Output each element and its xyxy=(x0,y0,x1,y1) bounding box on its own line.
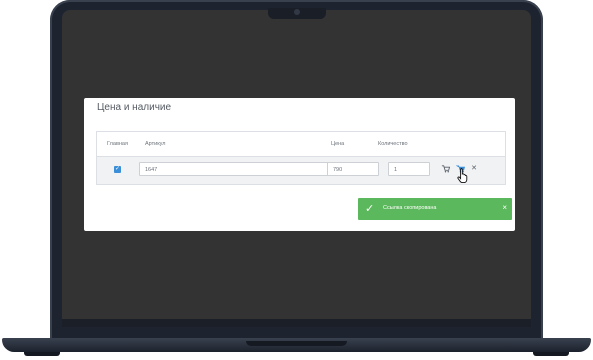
table-row: ✓ 1647 790 1 ✕ xyxy=(97,157,505,184)
table-header: Главная Артикул Цена Количество xyxy=(97,132,505,157)
hand-cursor-icon xyxy=(457,168,468,183)
column-header-article: Артикул xyxy=(145,141,166,147)
quantity-input[interactable]: 1 xyxy=(388,162,430,176)
article-input[interactable]: 1647 xyxy=(139,162,348,176)
card-title: Цена и наличие xyxy=(97,102,172,113)
camera-icon xyxy=(294,9,300,15)
toast-notification: ✓ Ссылка скопирована × xyxy=(358,198,512,220)
close-icon[interactable]: × xyxy=(502,202,507,213)
laptop-screen-bezel xyxy=(62,319,531,327)
column-header-price: Цена xyxy=(331,141,345,147)
laptop-base-notch xyxy=(246,341,347,346)
price-input[interactable]: 790 xyxy=(327,162,379,176)
column-header-main: Главная xyxy=(107,141,128,147)
check-icon: ✓ xyxy=(365,203,375,215)
copy-link-icon[interactable] xyxy=(440,164,450,174)
laptop-foot-right xyxy=(533,352,569,356)
main-checkbox[interactable]: ✓ xyxy=(114,166,121,173)
variants-table: Главная Артикул Цена Количество ✓ 1647 7… xyxy=(96,131,506,185)
delete-icon[interactable]: ✕ xyxy=(469,164,479,174)
column-header-quantity: Количество xyxy=(378,141,408,147)
toast-message: Ссылка скопирована xyxy=(383,205,437,211)
laptop-foot-left xyxy=(24,352,60,356)
